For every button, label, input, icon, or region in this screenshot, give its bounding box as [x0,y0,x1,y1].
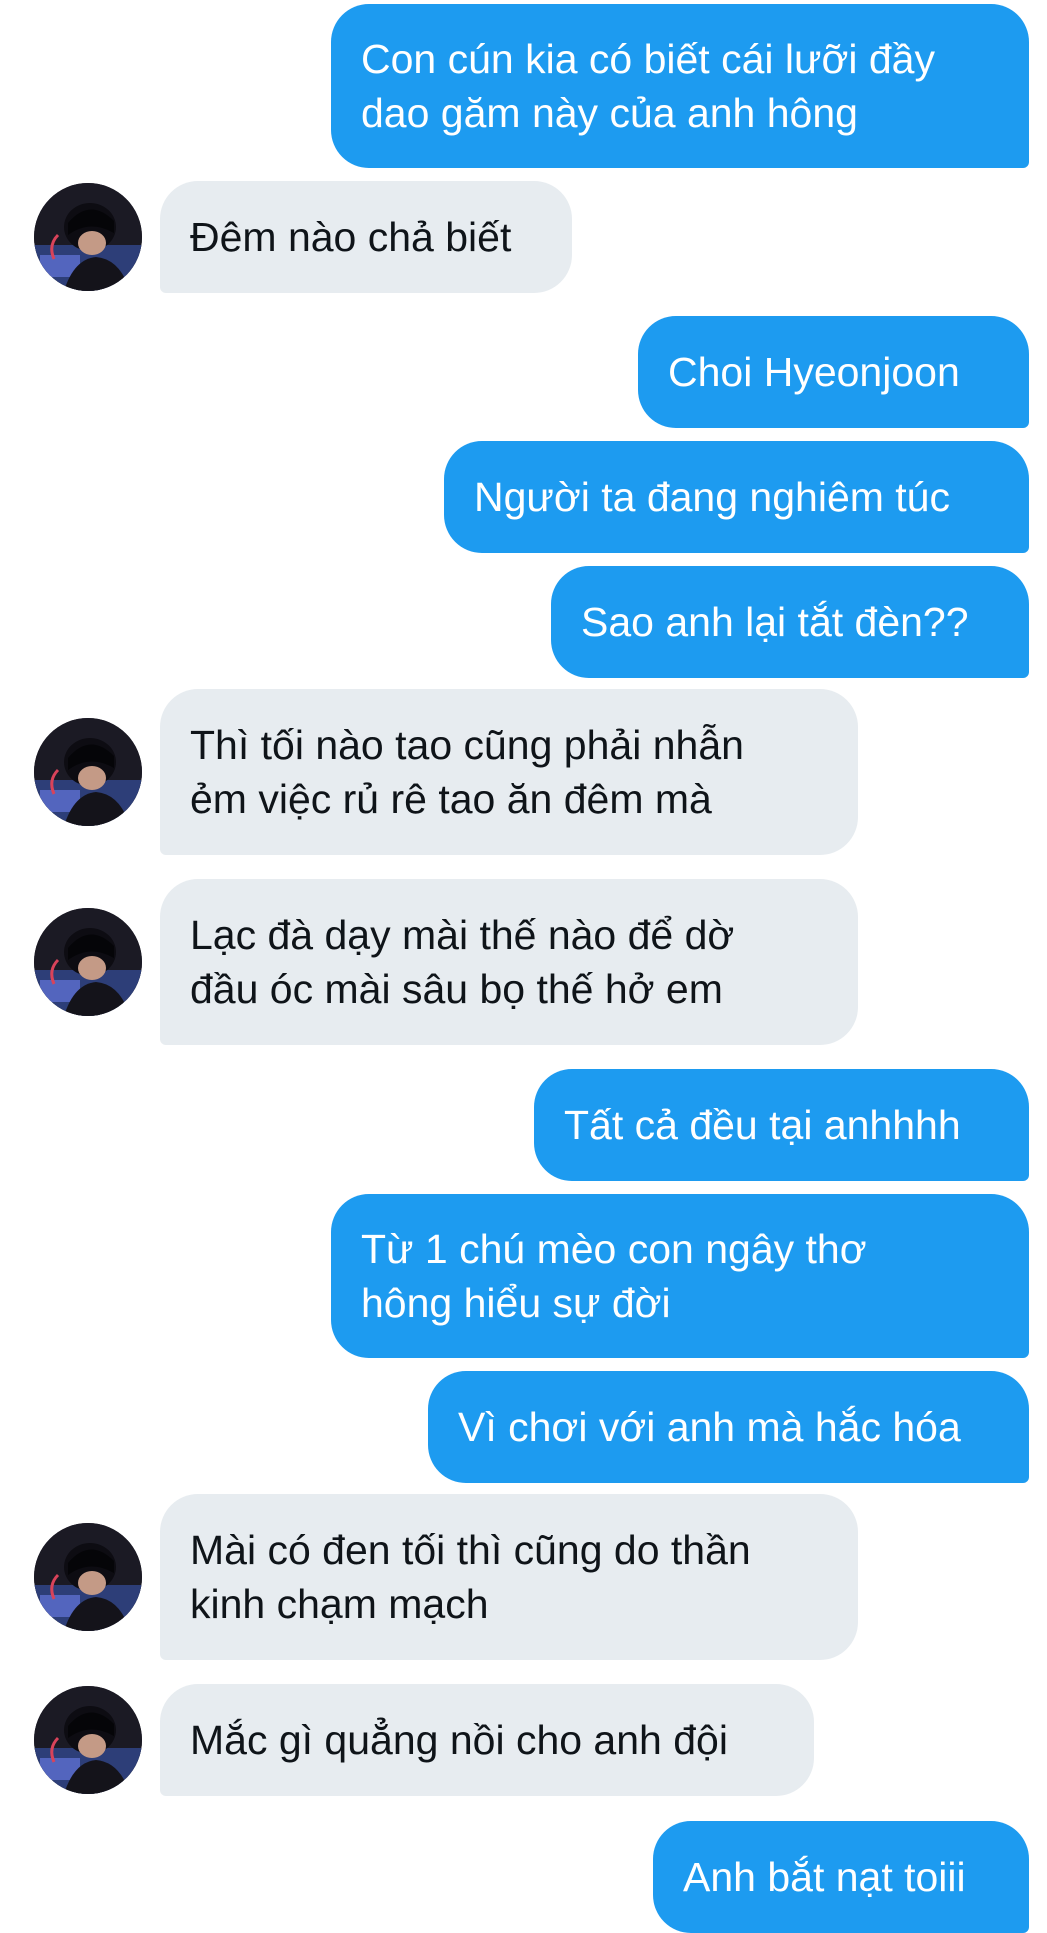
outgoing-message-bubble[interactable]: Tất cả đều tại anhhhh [534,1069,1029,1181]
incoming-message-bubble[interactable]: Đêm nào chả biết [160,181,572,293]
avatar[interactable] [34,183,142,291]
avatar[interactable] [34,1686,142,1794]
outgoing-message-bubble[interactable]: Vì chơi với anh mà hắc hóa [428,1371,1029,1483]
outgoing-message-bubble[interactable]: Sao anh lại tắt đèn?? [551,566,1029,678]
incoming-message-bubble[interactable]: Mài có đen tối thì cũng do thần kinh chạ… [160,1494,858,1660]
outgoing-message-bubble[interactable]: Con cún kia có biết cái lưỡi đầy dao găm… [331,4,1029,168]
outgoing-message-bubble[interactable]: Từ 1 chú mèo con ngây thơ hông hiểu sự đ… [331,1194,1029,1358]
incoming-message-bubble[interactable]: Thì tối nào tao cũng phải nhẫn ẻm việc r… [160,689,858,855]
outgoing-message-bubble[interactable]: Anh bắt nạt toiii [653,1821,1029,1933]
outgoing-message-bubble[interactable]: Choi Hyeonjoon [638,316,1029,428]
conversation-thread: Con cún kia có biết cái lưỡi đầy dao găm… [0,0,1047,1933]
incoming-message-bubble[interactable]: Lạc đà dạy mài thế nào để dờ đầu óc mài … [160,879,858,1045]
avatar[interactable] [34,718,142,826]
incoming-message-bubble[interactable]: Mắc gì quẳng nồi cho anh đội [160,1684,814,1796]
avatar[interactable] [34,1523,142,1631]
outgoing-message-bubble[interactable]: Người ta đang nghiêm túc [444,441,1029,553]
avatar[interactable] [34,908,142,1016]
